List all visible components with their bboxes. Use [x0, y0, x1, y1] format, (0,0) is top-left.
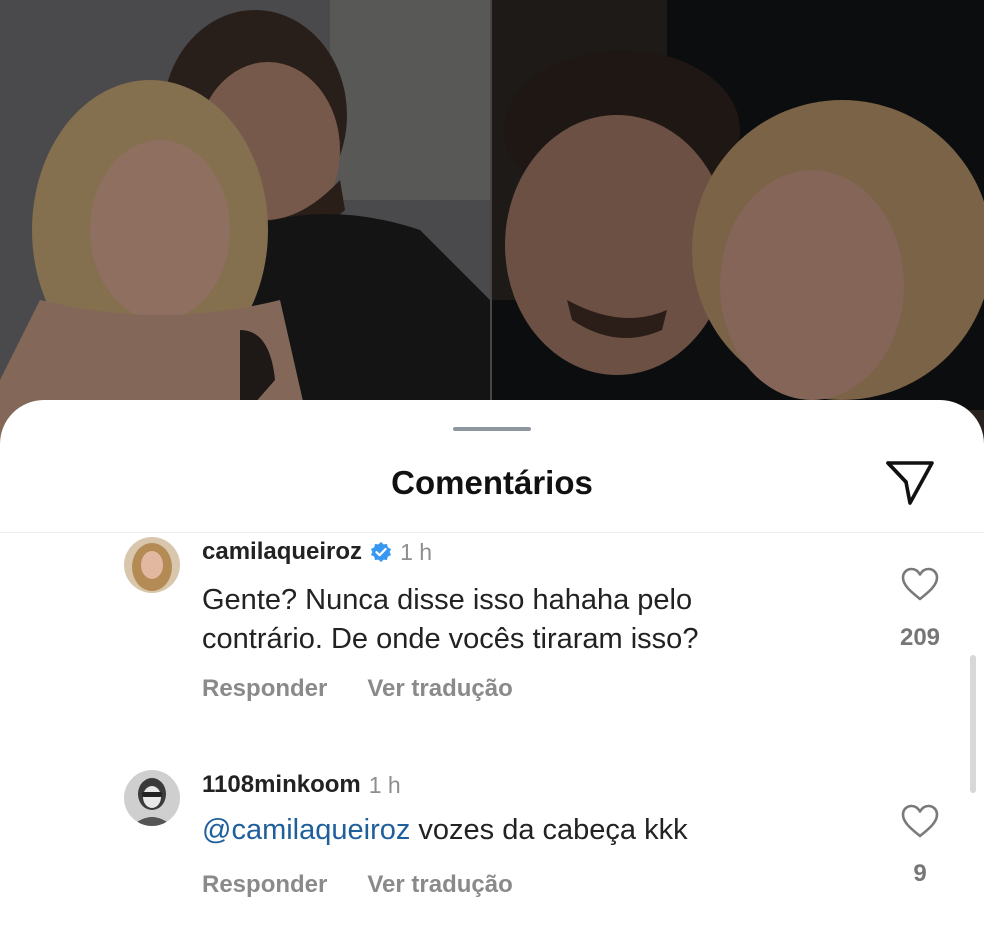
comment-body: vozes da cabeça kkk: [418, 814, 688, 846]
reply-button[interactable]: Responder: [202, 871, 327, 899]
translate-button[interactable]: Ver tradução: [367, 675, 512, 703]
comment-text-line: Gente? Nunca disse isso hahaha pelo: [202, 584, 693, 616]
avatar[interactable]: [124, 770, 180, 826]
like-count: 9: [913, 860, 927, 887]
comments-sheet: Comentários: [0, 400, 984, 942]
sheet-title: Comentários: [391, 464, 593, 501]
comment-time: 1 h: [400, 538, 433, 565]
verified-icon: [371, 542, 392, 562]
mention-link[interactable]: @camilaqueiroz: [202, 814, 410, 846]
header-separator: [0, 532, 984, 533]
comment-actions: Responder Ver tradução: [202, 871, 513, 899]
comment-text: @camilaqueiroz vozes da cabeça kkk: [202, 811, 688, 850]
heart-icon: [901, 804, 939, 838]
comment-text-line: contrário. De onde vocês tiraram isso?: [202, 623, 699, 655]
share-icon: [886, 461, 934, 505]
username[interactable]: camilaqueiroz: [202, 538, 362, 566]
like-count: 209: [899, 624, 941, 651]
avatar[interactable]: [124, 537, 180, 593]
scrollbar[interactable]: [970, 655, 976, 793]
sheet-grabber[interactable]: [453, 427, 531, 431]
avatar-image: [124, 770, 180, 826]
like-button[interactable]: [900, 566, 940, 602]
comment-text: Gente? Nunca disse isso hahaha pelo cont…: [202, 581, 698, 659]
avatar-image: [124, 537, 180, 593]
comment-time: 1 h: [368, 771, 401, 798]
comment-actions: Responder Ver tradução: [202, 675, 513, 703]
reply-button[interactable]: Responder: [202, 675, 327, 703]
comment-header: 1108minkoom 1 h: [202, 771, 401, 799]
translate-button[interactable]: Ver tradução: [367, 871, 512, 899]
username[interactable]: 1108minkoom: [202, 771, 361, 799]
comment-header: camilaqueiroz 1 h: [202, 538, 432, 566]
like-button[interactable]: [900, 803, 940, 839]
heart-icon: [901, 567, 939, 601]
share-button[interactable]: [884, 458, 936, 506]
